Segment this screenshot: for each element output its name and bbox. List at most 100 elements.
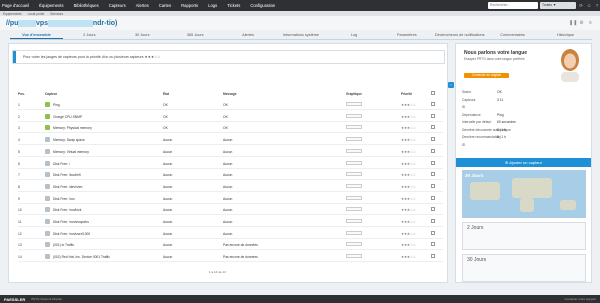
row-sensor-name[interactable]: Disk Free: /boot/efi [53, 173, 81, 177]
row-checkbox[interactable] [431, 219, 435, 223]
tab[interactable]: Vue d'ensemble [10, 31, 63, 39]
row-priority-stars[interactable]: ★★★☆☆ [401, 115, 416, 119]
geo-map[interactable]: 30 Jours [462, 170, 586, 218]
row-checkbox[interactable] [431, 254, 435, 259]
tab[interactable]: Informations système [275, 31, 328, 39]
filter-dropdown[interactable]: Toutes ▼ [540, 2, 576, 9]
row-pos[interactable]: 5 [18, 150, 20, 154]
tab[interactable]: 365 Jours [169, 31, 222, 39]
user-icon[interactable]: ☺ [586, 2, 592, 9]
row-sensor-name[interactable]: Disk Free: /run/user/1000 [53, 232, 90, 236]
table-row[interactable]: 1 Ping OK OK ★★★☆☆ [18, 100, 443, 110]
row-mini-graph[interactable] [346, 160, 362, 165]
tab[interactable]: Paramètres [380, 31, 433, 39]
row-mini-graph[interactable] [346, 137, 362, 142]
row-sensor-name[interactable]: Disk Free: /run/snapd/ns [53, 220, 89, 224]
row-priority-stars[interactable]: ★★★☆☆ [401, 126, 416, 130]
row-pos[interactable]: 1 [18, 103, 20, 107]
row-sensor-name[interactable]: Disk Free: / [53, 162, 70, 166]
row-sensor-name[interactable]: Memory: Physical memory [53, 126, 92, 130]
tab[interactable]: Historique [539, 31, 592, 39]
row-mini-graph[interactable] [346, 113, 362, 118]
row-checkbox[interactable] [431, 183, 435, 188]
row-mini-graph[interactable] [346, 242, 362, 247]
row-priority-stars[interactable]: ★★★☆☆ [401, 255, 416, 259]
row-priority-stars[interactable]: ★★★☆☆ [401, 185, 416, 189]
settings-icon[interactable]: ⚙ [578, 20, 585, 27]
table-row[interactable]: 13 (001) lo Traffic Aucun Pas encore de don… [18, 240, 443, 251]
table-row[interactable]: 8 Disk Free: /dev/shm Aucun Aucun ★★★☆☆ [18, 182, 443, 192]
row-pos[interactable]: 11 [18, 220, 21, 224]
row-checkbox[interactable] [431, 113, 435, 118]
table-row[interactable]: 5 Memory: Virtual memory Aucun Aucun ★★★☆☆ [18, 147, 443, 157]
row-checkbox[interactable] [431, 148, 435, 153]
row-mini-graph[interactable] [346, 207, 362, 212]
row-priority-stars[interactable]: ★★★☆☆ [401, 173, 416, 177]
chart-2-days[interactable]: 2 Jours [462, 222, 586, 250]
collapse-panel-button[interactable]: ‹ [448, 82, 454, 88]
row-sensor-name[interactable]: (002) Red Hat, Inc. Device 0001 Traffic [53, 255, 110, 259]
menu-item[interactable]: Rapports [181, 3, 198, 8]
row-mini-graph[interactable] [346, 148, 362, 153]
row-mini-graph[interactable] [346, 183, 362, 188]
row-mini-graph[interactable] [346, 172, 362, 177]
col-state[interactable]: État [163, 92, 169, 96]
row-pos[interactable]: 3 [18, 126, 20, 130]
row-priority-stars[interactable]: ★★★☆☆ [401, 150, 416, 154]
row-priority-stars[interactable]: ★★★☆☆ [401, 208, 416, 212]
row-priority-stars[interactable]: ★★★☆☆ [401, 220, 416, 224]
crumb-servers[interactable]: Serveurs [50, 12, 63, 16]
row-pos[interactable]: 13 [18, 243, 22, 247]
row-priority-stars[interactable]: ★★★☆☆ [401, 243, 416, 247]
row-priority-stars[interactable]: ★★★☆☆ [401, 162, 416, 166]
table-row[interactable]: 10 Disk Free: /run/lock Aucun Aucun ★★★☆☆ [18, 205, 443, 216]
row-sensor-name[interactable]: Memory: Virtual memory [53, 150, 89, 154]
menu-item[interactable]: Page d'accueil [2, 3, 29, 8]
menu-icon[interactable]: ≡ [587, 20, 594, 27]
row-checkbox[interactable] [431, 160, 435, 165]
row-checkbox[interactable] [431, 242, 435, 247]
col-pos[interactable]: Pos. [18, 92, 25, 96]
row-priority-stars[interactable]: ★★★☆☆ [401, 197, 416, 201]
tab[interactable]: 30 Jours [116, 31, 169, 39]
row-sensor-name[interactable]: Memory: Swap space [53, 138, 85, 142]
row-checkbox[interactable] [431, 102, 435, 106]
row-pos[interactable]: 10 [18, 208, 22, 212]
row-sensor-name[interactable]: Disk Free: /dev/shm [53, 185, 82, 189]
menu-item[interactable]: Alertes [136, 3, 149, 8]
tab[interactable]: Alertes [222, 31, 275, 39]
row-pos[interactable]: 2 [18, 115, 20, 119]
row-mini-graph[interactable] [346, 102, 362, 106]
col-sensor[interactable]: Capteur [45, 92, 57, 96]
row-mini-graph[interactable] [346, 254, 362, 259]
table-row[interactable]: 11 Disk Free: /run/snapd/ns Aucun Aucun ★★★☆… [18, 217, 443, 227]
row-sensor-name[interactable]: Charge CPU SNMP [53, 115, 82, 119]
row-pos[interactable]: 14 [18, 255, 22, 259]
row-mini-graph[interactable] [346, 219, 362, 223]
row-checkbox[interactable] [431, 125, 435, 130]
table-row[interactable]: 6 Disk Free: / Aucun Aucun ★★★☆☆ [18, 159, 443, 169]
row-pos[interactable]: 4 [18, 138, 20, 142]
menu-item[interactable]: Équipements [39, 3, 63, 8]
menu-item[interactable]: Cartes [159, 3, 171, 8]
menu-item[interactable]: Bibliothèques [74, 3, 99, 8]
row-pos[interactable]: 9 [18, 197, 20, 201]
row-checkbox[interactable] [431, 172, 435, 177]
row-pos[interactable]: 6 [18, 162, 20, 166]
menu-item[interactable]: Tickets [227, 3, 240, 8]
col-priority[interactable]: Priorité [401, 92, 412, 96]
add-sensor-button[interactable]: ⊕ Ajouter un capteur [456, 158, 591, 167]
col-message[interactable]: Message [223, 92, 236, 96]
row-checkbox[interactable] [431, 137, 435, 142]
menu-item[interactable]: Logs [208, 3, 217, 8]
continue-english-button[interactable]: Continuer en anglais [464, 73, 509, 78]
search-input[interactable]: Rechercher... [488, 2, 538, 9]
row-sensor-name[interactable]: Disk Free: /run [53, 197, 75, 201]
row-checkbox[interactable] [431, 230, 435, 235]
table-row[interactable]: 14 (002) Red Hat, Inc. Device 0001 Traffi… [18, 252, 443, 263]
tab[interactable]: 2 Jours [63, 31, 116, 39]
tab[interactable]: Déclencheurs de notifications [433, 31, 486, 39]
row-checkbox[interactable] [431, 207, 435, 212]
menu-item[interactable]: Configuration [250, 3, 275, 8]
menu-item[interactable]: Capteurs [109, 3, 126, 8]
